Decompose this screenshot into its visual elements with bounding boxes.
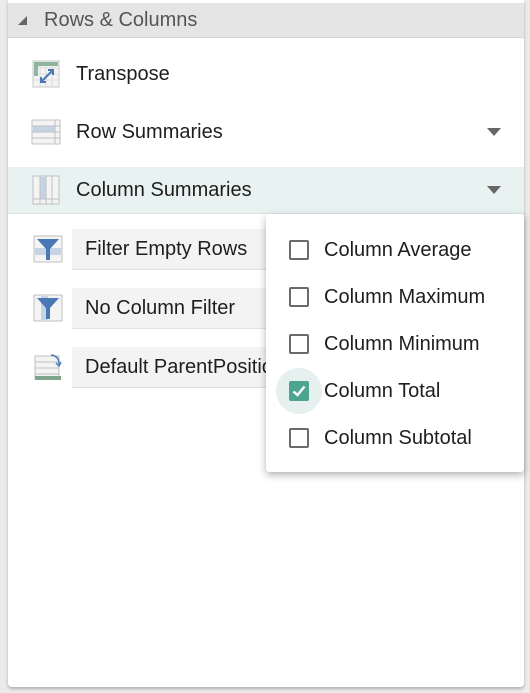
column-summaries-item[interactable]: Column Summaries <box>8 167 524 214</box>
row-summaries-icon <box>31 119 61 145</box>
section-header[interactable]: Rows & Columns <box>8 3 524 38</box>
transpose-item[interactable]: Transpose <box>8 51 524 97</box>
row-summaries-label: Row Summaries <box>76 120 223 143</box>
chevron-down-icon[interactable] <box>487 128 501 136</box>
filter-rows-icon <box>33 235 63 263</box>
checkbox[interactable] <box>289 287 309 307</box>
transpose-icon <box>32 60 60 88</box>
option-column-subtotal[interactable]: Column Subtotal <box>266 415 524 461</box>
chevron-down-icon[interactable] <box>487 186 501 194</box>
transpose-label: Transpose <box>76 62 170 85</box>
section-title: Rows & Columns <box>44 8 198 31</box>
checkmark-icon <box>292 385 306 397</box>
option-column-average[interactable]: Column Average <box>266 227 524 273</box>
option-column-minimum[interactable]: Column Minimum <box>266 321 524 367</box>
column-summaries-icon <box>32 175 60 205</box>
column-summaries-menu: Column Average Column Maximum Column Min… <box>266 214 524 472</box>
triangle-collapse-icon[interactable] <box>18 15 27 25</box>
filter-columns-icon <box>33 294 63 322</box>
checkbox[interactable] <box>289 428 309 448</box>
option-column-total[interactable]: Column Total <box>266 368 524 414</box>
option-column-maximum[interactable]: Column Maximum <box>266 274 524 320</box>
column-summaries-label: Column Summaries <box>76 178 252 201</box>
checkbox[interactable] <box>289 334 309 354</box>
checkbox-checked[interactable] <box>289 381 309 401</box>
checkbox[interactable] <box>289 240 309 260</box>
row-summaries-item[interactable]: Row Summaries <box>8 109 524 155</box>
parent-position-icon <box>34 354 62 380</box>
